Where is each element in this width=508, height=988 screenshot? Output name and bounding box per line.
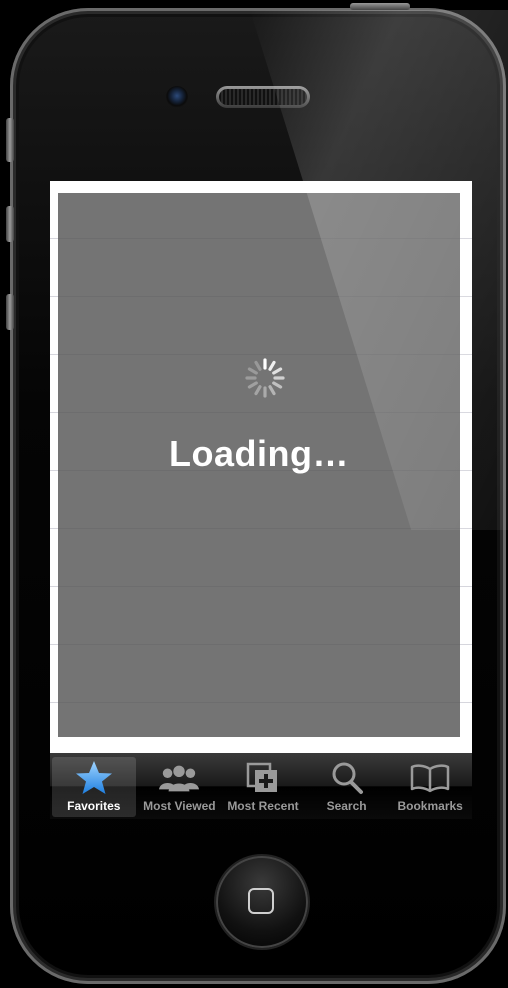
- power-button: [350, 3, 410, 10]
- home-button[interactable]: [216, 856, 308, 948]
- tab-favorites[interactable]: Favorites: [52, 757, 136, 817]
- tab-label: Most Recent: [227, 799, 299, 813]
- clock-icon: [243, 761, 283, 795]
- home-square-icon: [248, 888, 274, 914]
- star-icon: [74, 761, 114, 795]
- search-icon: [327, 761, 367, 795]
- tab-label: Search: [326, 799, 367, 813]
- earpiece-speaker: [216, 86, 310, 108]
- tab-search[interactable]: Search: [305, 753, 389, 819]
- tab-label: Favorites: [67, 799, 121, 813]
- volume-down-button: [6, 294, 14, 330]
- volume-up-button: [6, 206, 14, 242]
- mute-switch: [6, 118, 14, 162]
- tab-label: Most Viewed: [143, 799, 216, 813]
- content-area: Loading…: [50, 181, 472, 753]
- loading-text: Loading…: [169, 433, 349, 474]
- front-camera: [166, 86, 188, 108]
- book-icon: [410, 761, 450, 795]
- loading-overlay: Loading…: [58, 193, 460, 737]
- people-icon: [159, 761, 200, 795]
- phone-screen: Loading… Favorites Most Viewed Most Rece…: [50, 181, 472, 819]
- tab-bookmarks[interactable]: Bookmarks: [388, 753, 472, 819]
- tab-bar: Favorites Most Viewed Most Recent Search…: [50, 753, 472, 819]
- loading-spinner-icon: [245, 358, 285, 398]
- tab-most-recent[interactable]: Most Recent: [221, 753, 305, 819]
- tab-label: Bookmarks: [397, 799, 463, 813]
- tab-most-viewed[interactable]: Most Viewed: [138, 753, 222, 819]
